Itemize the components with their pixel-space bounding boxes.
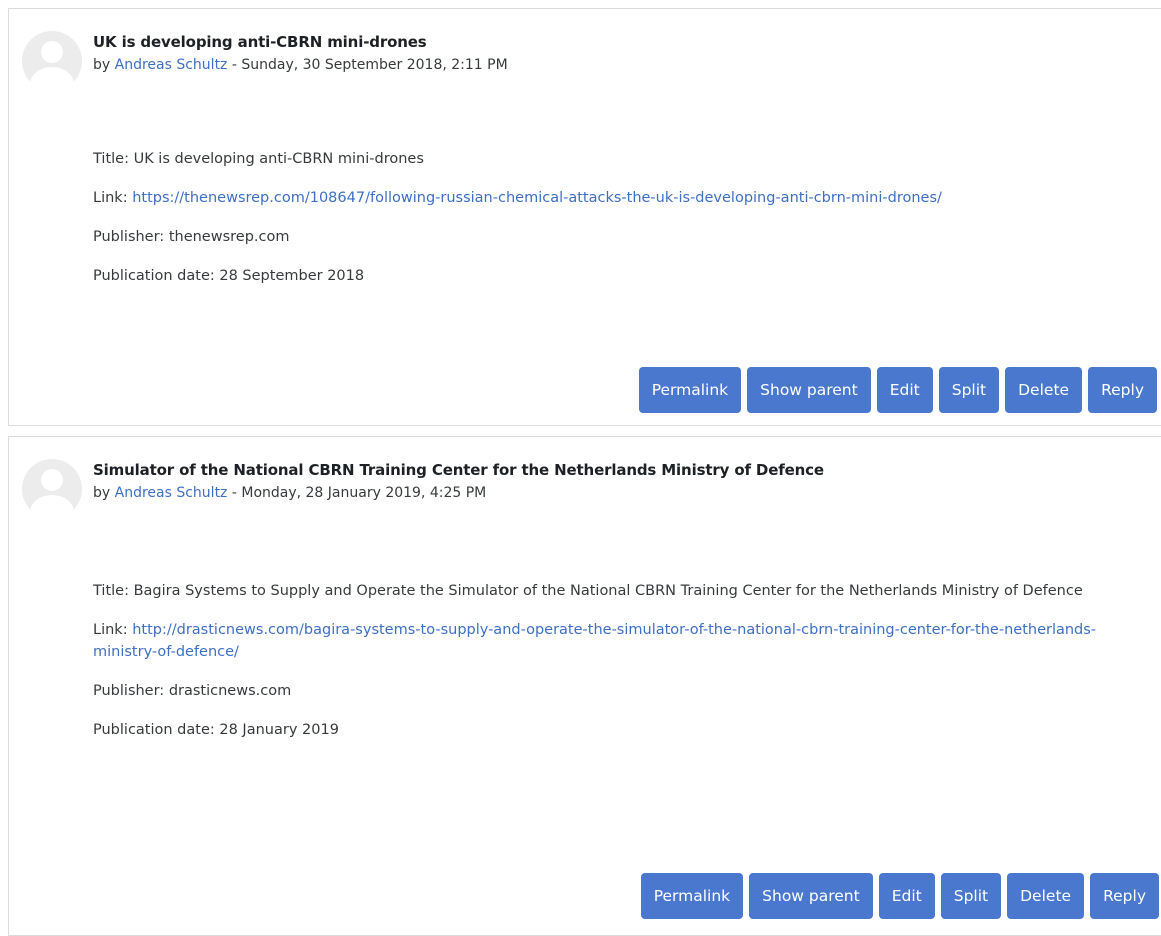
byline-prefix: by [93, 485, 115, 501]
user-avatar-icon[interactable] [22, 31, 82, 91]
show-parent-button[interactable]: Show parent [749, 873, 873, 919]
post-subject: Simulator of the National CBRN Training … [93, 461, 824, 479]
pubdate-line: Publication date: 28 September 2018 [93, 265, 1133, 287]
title-label: Title: [93, 151, 134, 167]
avatar-shoulders [30, 495, 74, 519]
link-label: Link: [93, 190, 133, 206]
reply-button[interactable]: Reply [1090, 873, 1159, 919]
reply-button[interactable]: Reply [1088, 367, 1157, 413]
publisher-value: thenewsrep.com [168, 229, 290, 245]
post-subject: UK is developing anti-CBRN mini-drones [93, 33, 427, 51]
title-line: Title: Bagira Systems to Supply and Oper… [93, 580, 1133, 602]
permalink-button[interactable]: Permalink [638, 367, 742, 413]
publisher-label: Publisher: [93, 683, 169, 699]
post-actions: Permalink Show parent Edit Split Delete … [640, 873, 1159, 919]
article-link[interactable]: https://thenewsrep.com/108647/following-… [132, 190, 942, 206]
byline-prefix: by [93, 57, 115, 73]
title-value: UK is developing anti-CBRN mini-drones [133, 151, 424, 167]
show-parent-button[interactable]: Show parent [747, 367, 871, 413]
link-line: Link: https://thenewsrep.com/108647/foll… [93, 187, 1133, 209]
byline-separator: - [227, 57, 242, 73]
title-value: Bagira Systems to Supply and Operate the… [133, 583, 1083, 599]
avatar-shoulders [30, 67, 74, 91]
forum-post: Simulator of the National CBRN Training … [8, 436, 1161, 936]
edit-button[interactable]: Edit [878, 873, 935, 919]
publisher-line: Publisher: thenewsrep.com [93, 226, 1133, 248]
title-label: Title: [93, 583, 134, 599]
byline-separator: - [227, 485, 242, 501]
pubdate-line: Publication date: 28 January 2019 [93, 719, 1133, 741]
post-date: Sunday, 30 September 2018, 2:11 PM [241, 57, 508, 73]
link-line: Link: http://drasticnews.com/bagira-syst… [93, 619, 1133, 663]
avatar-head [41, 41, 63, 63]
delete-button[interactable]: Delete [1007, 873, 1085, 919]
permalink-button[interactable]: Permalink [640, 873, 744, 919]
user-avatar-icon[interactable] [22, 459, 82, 519]
article-link[interactable]: http://drasticnews.com/bagira-systems-to… [93, 622, 1096, 660]
post-byline: by Andreas Schultz - Monday, 28 January … [93, 485, 486, 501]
publisher-label: Publisher: [93, 229, 169, 245]
author-link[interactable]: Andreas Schultz [115, 57, 228, 73]
edit-button[interactable]: Edit [876, 367, 933, 413]
post-date: Monday, 28 January 2019, 4:25 PM [241, 485, 487, 501]
post-body: Title: Bagira Systems to Supply and Oper… [93, 580, 1133, 758]
publisher-value: drasticnews.com [168, 683, 292, 699]
pubdate-label: Publication date: [93, 722, 220, 738]
author-link[interactable]: Andreas Schultz [115, 485, 228, 501]
delete-button[interactable]: Delete [1005, 367, 1083, 413]
title-line: Title: UK is developing anti-CBRN mini-d… [93, 148, 1133, 170]
split-button[interactable]: Split [940, 873, 1002, 919]
avatar-head [41, 469, 63, 491]
post-byline: by Andreas Schultz - Sunday, 30 Septembe… [93, 57, 508, 73]
split-button[interactable]: Split [938, 367, 1000, 413]
post-actions: Permalink Show parent Edit Split Delete … [638, 367, 1157, 413]
publisher-line: Publisher: drasticnews.com [93, 680, 1133, 702]
post-body: Title: UK is developing anti-CBRN mini-d… [93, 148, 1133, 304]
forum-post: UK is developing anti-CBRN mini-drones b… [8, 8, 1161, 426]
pubdate-value: 28 September 2018 [219, 268, 365, 284]
pubdate-value: 28 January 2019 [219, 722, 339, 738]
pubdate-label: Publication date: [93, 268, 220, 284]
link-label: Link: [93, 622, 133, 638]
